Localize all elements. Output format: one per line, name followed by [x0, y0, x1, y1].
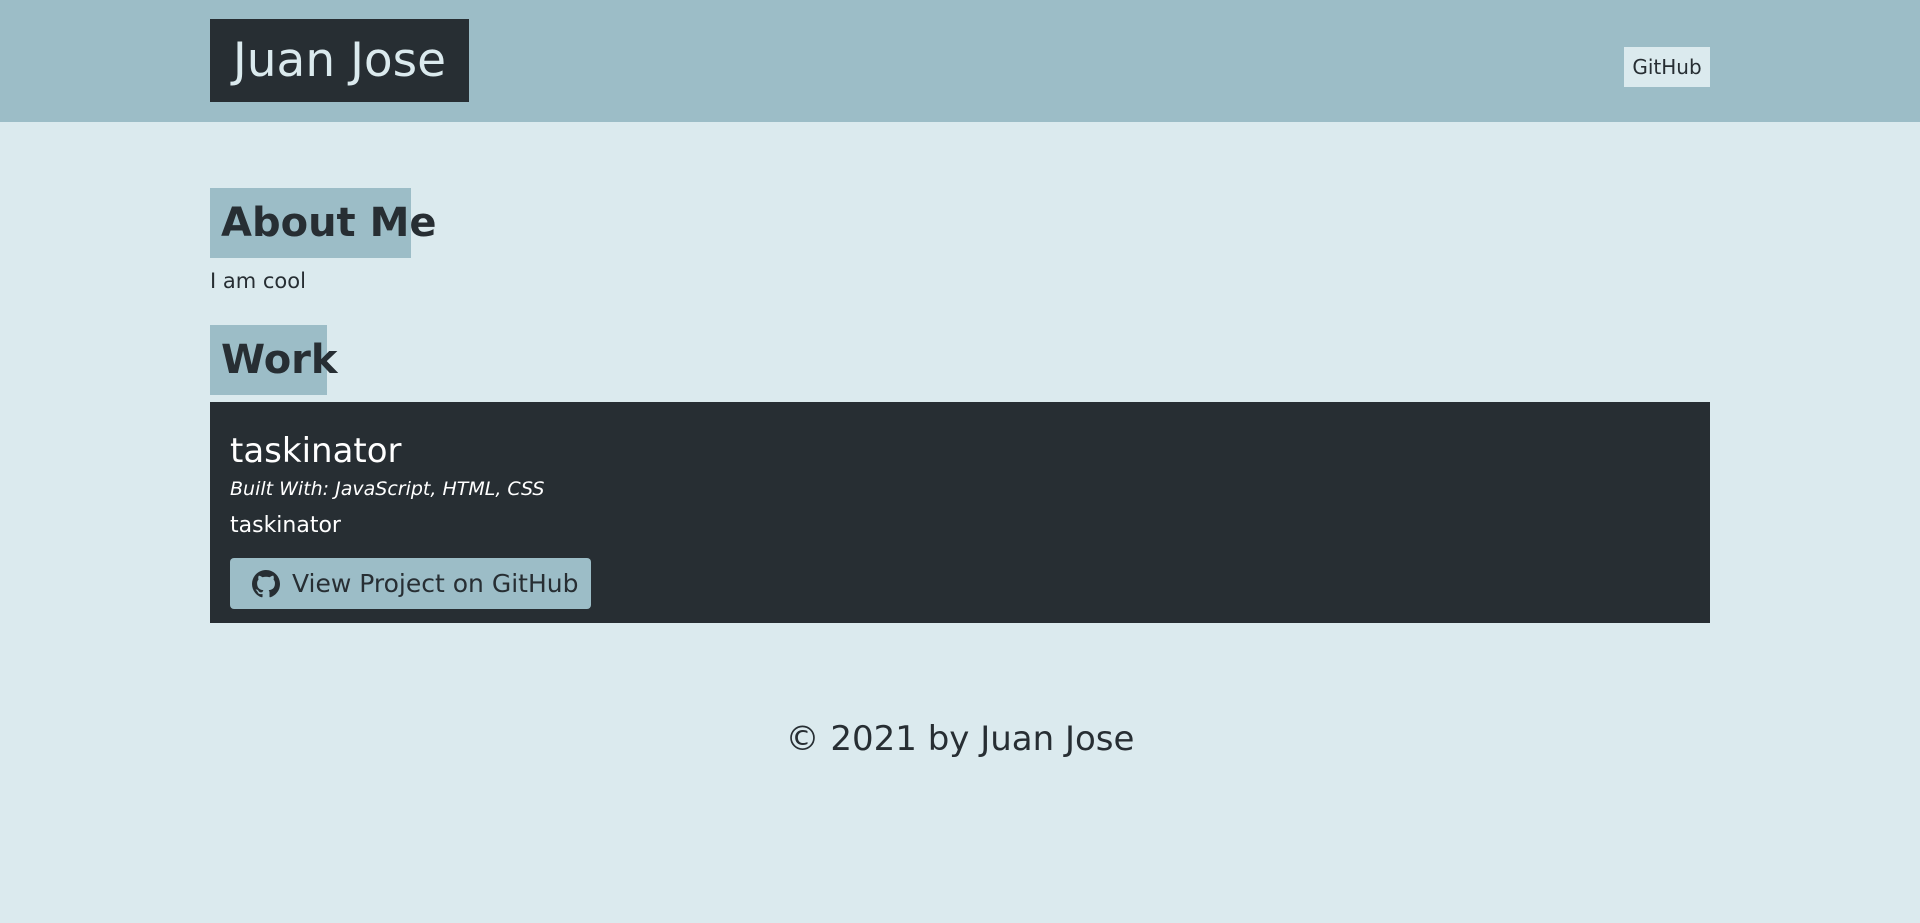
- view-project-label: View Project on GitHub: [292, 569, 579, 598]
- site-title: Juan Jose: [210, 19, 469, 102]
- project-card: taskinator Built With: JavaScript, HTML,…: [210, 402, 1710, 623]
- site-header: Juan Jose GitHub: [0, 0, 1920, 122]
- project-description: taskinator: [230, 513, 341, 538]
- project-title: taskinator: [230, 431, 402, 471]
- view-project-button[interactable]: View Project on GitHub: [230, 558, 591, 609]
- github-icon: [252, 569, 280, 597]
- about-text: I am cool: [210, 269, 306, 293]
- footer-copyright: © 2021 by Juan Jose: [785, 719, 1135, 759]
- project-built-with: Built With: JavaScript, HTML, CSS: [230, 478, 545, 500]
- about-heading: About Me: [210, 188, 437, 258]
- nav-link-github[interactable]: GitHub: [1624, 47, 1710, 87]
- work-heading: Work: [210, 325, 338, 395]
